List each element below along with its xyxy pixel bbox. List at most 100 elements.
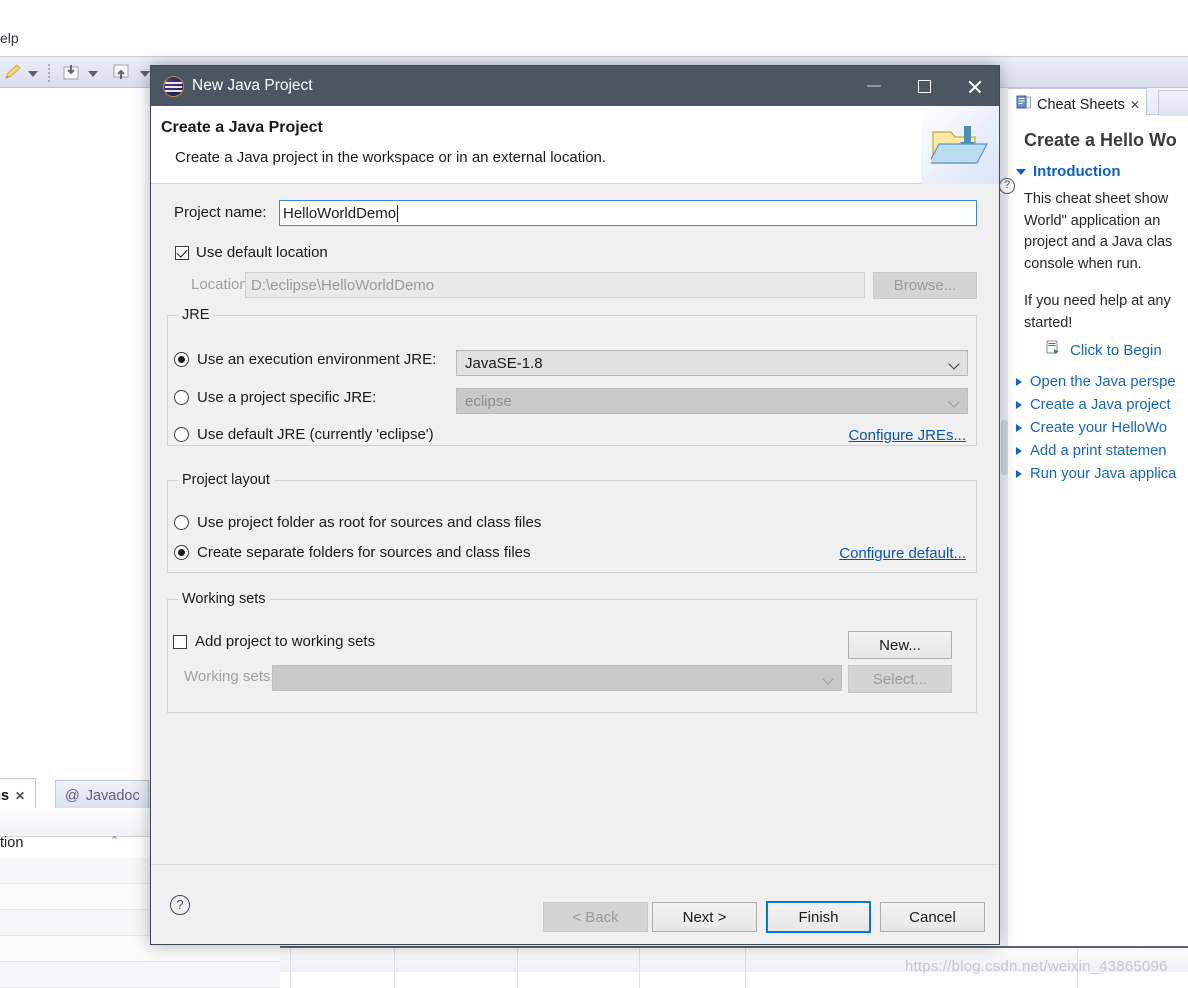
- jre-execution-env-option[interactable]: Use an execution environment JRE:: [174, 351, 436, 368]
- click-to-begin-action[interactable]: Click to Begin: [1046, 340, 1188, 360]
- link-label: Create your HelloWo: [1030, 419, 1168, 436]
- jre-execution-env-radio[interactable]: [174, 352, 189, 367]
- link-label: Run your Java applica: [1030, 465, 1177, 482]
- jre-project-specific-label: Use a project specific JRE:: [197, 389, 377, 406]
- column-divider[interactable]: [639, 948, 640, 988]
- triangle-down-icon: [1016, 168, 1026, 175]
- chevron-down-icon: [822, 673, 834, 685]
- tab-cheat-sheets[interactable]: Cheat Sheets ✕: [1008, 88, 1147, 116]
- dialog-header: Create a Java Project Create a Java proj…: [151, 106, 999, 184]
- project-name-row: Project name:: [174, 204, 267, 221]
- triangle-right-icon: [1016, 377, 1022, 386]
- location-label: Location:: [191, 276, 252, 293]
- project-layout-group-label: Project layout: [178, 472, 274, 488]
- column-divider[interactable]: [517, 948, 518, 988]
- pencil-icon[interactable]: [2, 61, 24, 88]
- jre-default-radio[interactable]: [174, 427, 189, 442]
- cheat-sheet-section-introduction[interactable]: Introduction: [1016, 163, 1188, 180]
- tab-label: Javadoc: [85, 788, 140, 804]
- project-layout-group: Project layout Use project folder as roo…: [167, 472, 977, 573]
- cancel-button[interactable]: Cancel: [880, 902, 985, 932]
- header-banner: [921, 106, 999, 184]
- close-icon[interactable]: ✕: [15, 790, 25, 802]
- close-icon[interactable]: ✕: [1130, 99, 1140, 111]
- finish-button[interactable]: Finish: [766, 901, 871, 933]
- jre-group: JRE Use an execution environment JRE: Ja…: [167, 307, 977, 446]
- layout-root-option[interactable]: Use project folder as root for sources a…: [174, 514, 541, 531]
- dialog-title-bar[interactable]: New Java Project: [151, 66, 999, 106]
- jre-project-specific-combo: eclipse: [456, 388, 968, 414]
- column-header-description: tion: [0, 835, 24, 851]
- cheat-link-create-helloworld[interactable]: Create your HelloWo: [1016, 416, 1188, 439]
- tab-javadoc[interactable]: @ Javadoc: [55, 780, 150, 808]
- cheat-link-run-java-application[interactable]: Run your Java applica: [1016, 462, 1188, 485]
- next-button[interactable]: Next >: [652, 902, 757, 932]
- page-title: Create a Java Project: [161, 119, 323, 136]
- working-sets-combo: [272, 665, 842, 691]
- tab-label: ems: [0, 787, 10, 804]
- panel-splitter[interactable]: [1000, 88, 1008, 968]
- location-row: Location:: [191, 276, 252, 293]
- chevron-down-icon[interactable]: [88, 71, 98, 77]
- intro-line-4: console when run.: [1024, 255, 1142, 272]
- cheat-link-add-print-statement[interactable]: Add a print statemen: [1016, 439, 1188, 462]
- new-java-project-dialog: New Java Project Create a Java Project C…: [150, 65, 1000, 945]
- chevron-down-icon[interactable]: [140, 71, 150, 77]
- menu-item-help[interactable]: elp: [0, 30, 19, 46]
- column-divider[interactable]: [290, 948, 291, 988]
- configure-default-link[interactable]: Configure default...: [839, 545, 966, 562]
- minimize-button[interactable]: [849, 66, 899, 106]
- add-to-working-sets-checkbox[interactable]: [173, 634, 187, 649]
- dialog-footer: ? < Back Next > Finish Cancel: [151, 864, 999, 944]
- layout-separate-option[interactable]: Create separate folders for sources and …: [174, 544, 531, 561]
- jre-default-label: Use default JRE (currently 'eclipse'): [197, 426, 434, 443]
- cheat-link-create-java-project[interactable]: Create a Java project: [1016, 393, 1188, 416]
- watermark: https://blog.csdn.net/weixin_43865096: [905, 958, 1168, 975]
- triangle-right-icon: [1016, 446, 1022, 455]
- select-working-set-button: Select...: [848, 665, 952, 693]
- browse-button: Browse...: [873, 272, 977, 299]
- jre-default-option[interactable]: Use default JRE (currently 'eclipse'): [174, 426, 434, 443]
- jre-execution-env-combo[interactable]: JavaSE-1.8: [456, 350, 968, 376]
- location-value: D:\eclipse\HelloWorldDemo: [251, 276, 435, 294]
- new-working-set-button[interactable]: New...: [848, 631, 952, 659]
- column-divider[interactable]: [394, 948, 395, 988]
- help-button[interactable]: ?: [170, 895, 190, 915]
- maximize-button[interactable]: [899, 66, 949, 106]
- cheat-sheets-tab-inactive[interactable]: [1158, 90, 1188, 116]
- project-name-input[interactable]: HelloWorldDemo: [279, 200, 977, 226]
- import-icon[interactable]: [60, 61, 82, 88]
- jre-project-specific-option[interactable]: Use a project specific JRE:: [174, 389, 376, 406]
- layout-root-label: Use project folder as root for sources a…: [197, 514, 542, 531]
- link-label: Create a Java project: [1030, 396, 1171, 413]
- jre-project-specific-radio[interactable]: [174, 390, 189, 405]
- eclipse-logo-icon: [164, 76, 183, 96]
- use-default-location-row[interactable]: Use default location: [175, 244, 328, 261]
- triangle-right-icon: [1016, 423, 1022, 432]
- chevron-down-icon[interactable]: [28, 71, 38, 77]
- cheat-sheet-icon: [1016, 95, 1032, 114]
- layout-root-radio[interactable]: [174, 515, 189, 530]
- back-button: < Back: [543, 902, 648, 932]
- triangle-right-icon: [1016, 469, 1022, 478]
- chevron-down-icon: [948, 396, 960, 408]
- jre-execution-env-label: Use an execution environment JRE:: [197, 351, 437, 368]
- jre-group-label: JRE: [178, 307, 214, 323]
- use-default-location-checkbox[interactable]: [175, 245, 189, 260]
- section-label: Introduction: [1033, 163, 1121, 180]
- configure-jres-link[interactable]: Configure JREs...: [848, 427, 966, 444]
- help-icon[interactable]: ?: [999, 178, 1015, 194]
- cheat-link-open-java-perspective[interactable]: Open the Java perspe: [1016, 370, 1188, 393]
- table-row[interactable]: [0, 962, 300, 988]
- triangle-right-icon: [1016, 400, 1022, 409]
- close-icon: [967, 79, 982, 94]
- close-button[interactable]: [949, 66, 999, 106]
- window-controls: [849, 66, 999, 106]
- scrollbar-thumb[interactable]: [1001, 420, 1008, 475]
- column-divider[interactable]: [745, 948, 746, 988]
- add-to-working-sets-row[interactable]: Add project to working sets: [173, 633, 375, 650]
- layout-separate-radio[interactable]: [174, 545, 189, 560]
- tab-problems[interactable]: ems ✕: [0, 778, 37, 808]
- export-icon[interactable]: [110, 61, 132, 88]
